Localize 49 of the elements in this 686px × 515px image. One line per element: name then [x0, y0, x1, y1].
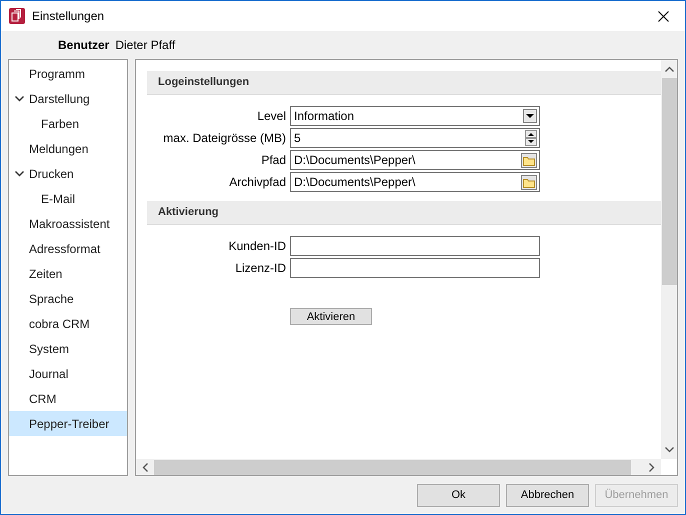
- user-label: Benutzer: [58, 37, 110, 54]
- sidebar-item[interactable]: Adressformat: [9, 236, 127, 261]
- sidebar-item[interactable]: Journal: [9, 361, 127, 386]
- input-field[interactable]: [290, 258, 540, 278]
- app-icon: [9, 8, 25, 24]
- spin-arrows-icon[interactable]: [525, 130, 537, 146]
- chevron-icon[interactable]: [14, 170, 24, 176]
- field-label: max. Dateigrösse (MB): [162, 130, 287, 147]
- sidebar-item[interactable]: Makroassistent: [9, 211, 127, 236]
- spin-field[interactable]: 5: [290, 128, 540, 148]
- dialog-button[interactable]: Abbrechen: [506, 484, 589, 506]
- section-header: Logeinstellungen: [147, 71, 661, 95]
- path-field[interactable]: D:\Documents\Pepper\: [290, 150, 540, 170]
- sidebar-item[interactable]: Sprache: [9, 286, 127, 311]
- field-label: Lizenz-ID: [234, 260, 287, 277]
- sidebar-item[interactable]: System: [9, 336, 127, 361]
- section-header: Aktivierung: [147, 201, 661, 225]
- scrollbar-thumb[interactable]: [154, 460, 631, 474]
- sidebar-item[interactable]: Programm: [9, 61, 127, 86]
- field-label: Level: [256, 108, 287, 125]
- sidebar-item[interactable]: Darstellung: [9, 86, 127, 111]
- field-label: Kunden-ID: [228, 238, 287, 255]
- sidebar-item[interactable]: Pepper-Treiber: [9, 411, 127, 436]
- sidebar-item[interactable]: Meldungen: [9, 136, 127, 161]
- chevron-icon[interactable]: [14, 96, 24, 102]
- caret-icon[interactable]: [523, 109, 537, 123]
- scrollbar-thumb[interactable]: [662, 78, 676, 285]
- dropdown[interactable]: Information: [290, 106, 540, 126]
- activate-button[interactable]: Aktivieren: [290, 308, 372, 325]
- input-field[interactable]: [290, 236, 540, 256]
- scroll-right-icon[interactable]: [649, 462, 655, 472]
- window-title: Einstellungen: [32, 8, 104, 25]
- sidebar-item[interactable]: Farben: [9, 111, 127, 136]
- scroll-left-icon[interactable]: [142, 462, 148, 472]
- sidebar-item[interactable]: cobra CRM: [9, 311, 127, 336]
- dialog-button[interactable]: Ok: [417, 484, 500, 506]
- sidebar-item[interactable]: E-Mail: [9, 186, 127, 211]
- scroll-down-icon[interactable]: [664, 447, 674, 453]
- sidebar-item[interactable]: Zeiten: [9, 261, 127, 286]
- sidebar-item[interactable]: CRM: [9, 386, 127, 411]
- folder-icon[interactable]: [521, 152, 537, 168]
- close-icon[interactable]: [658, 10, 668, 22]
- field-label: Pfad: [260, 152, 287, 169]
- field-label: Archivpfad: [228, 174, 287, 191]
- folder-icon[interactable]: [521, 174, 537, 190]
- scroll-up-icon[interactable]: [664, 66, 674, 72]
- path-field[interactable]: D:\Documents\Pepper\: [290, 172, 540, 192]
- sidebar-item[interactable]: Drucken: [9, 161, 127, 186]
- user-name: Dieter Pfaff: [115, 37, 176, 54]
